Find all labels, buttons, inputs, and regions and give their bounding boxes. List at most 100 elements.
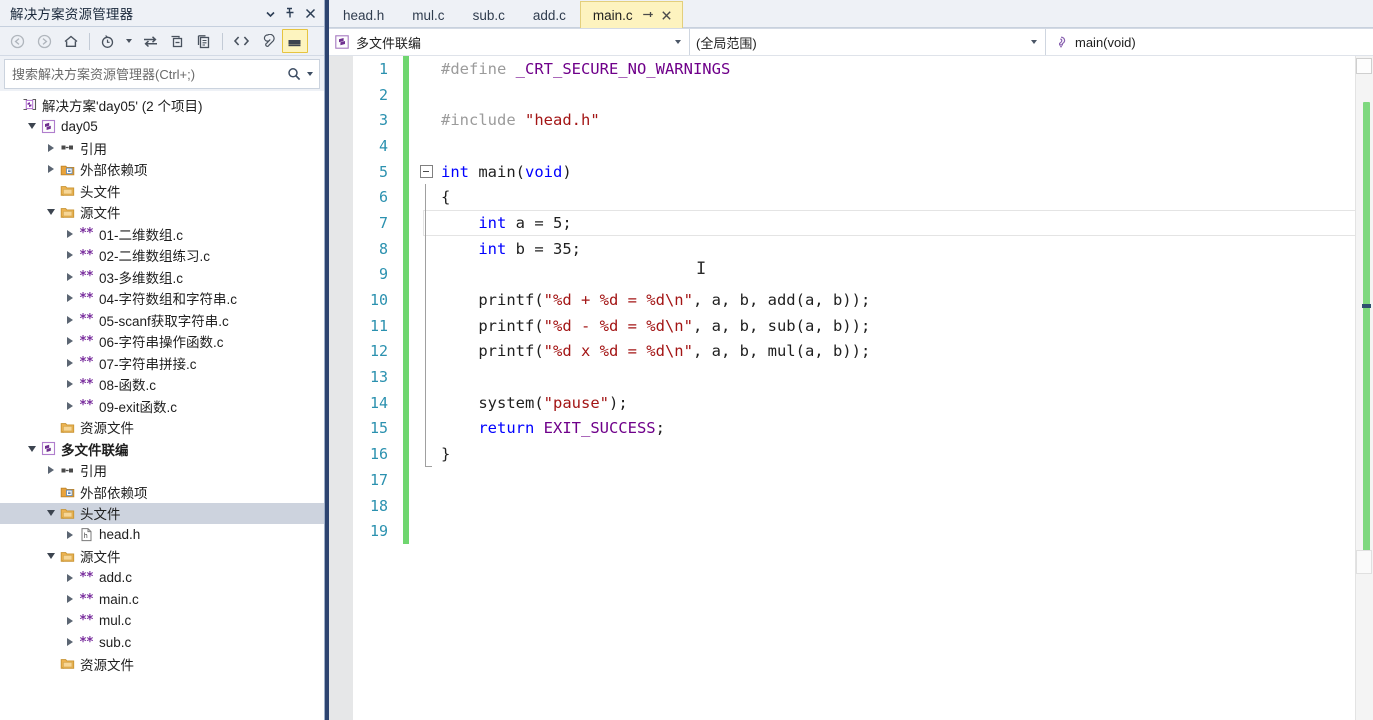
editor-tab-main-c[interactable]: main.c [579, 1, 683, 28]
expand-arrow-icon[interactable] [44, 463, 58, 477]
code-surface[interactable]: 1 #define _CRT_SECURE_NO_WARNINGS 2 3 #inclu… [353, 56, 1373, 720]
code-line[interactable]: 6{ [353, 184, 1373, 211]
tree-item[interactable]: ** 07-字符串拼接.c [0, 352, 324, 374]
scope-dropdown[interactable]: (全局范围) [690, 29, 1046, 55]
project-dropdown[interactable]: 多文件联编 [329, 29, 690, 55]
pending-changes-dropdown-icon[interactable] [122, 29, 136, 53]
collapse-region-icon[interactable] [415, 159, 437, 185]
code-line[interactable]: 18 [353, 492, 1373, 519]
tree-item[interactable]: ** 09-exit函数.c [0, 395, 324, 417]
tree-item[interactable]: 资源文件 [0, 417, 324, 439]
code-line[interactable]: 14 system("pause"); [353, 389, 1373, 416]
chevron-down-icon[interactable] [260, 3, 280, 23]
expand-arrow-icon[interactable] [44, 141, 58, 155]
code-line[interactable]: 12 printf("%d x %d = %d\n", a, b, mul(a,… [353, 338, 1373, 365]
solution-tree[interactable]: 解决方案'day05' (2 个项目) day05 引用 外部依赖项 头文件 源文件 ** 0… [0, 91, 324, 720]
collapse-arrow-icon[interactable] [44, 205, 58, 219]
tree-item[interactable]: ** main.c [0, 589, 324, 611]
forward-icon[interactable] [31, 29, 57, 53]
expand-arrow-icon[interactable] [63, 377, 77, 391]
show-all-files-icon[interactable] [191, 29, 217, 53]
code-line[interactable]: 17 [353, 467, 1373, 493]
collapse-arrow-icon[interactable] [44, 506, 58, 520]
expand-arrow-icon[interactable] [63, 571, 77, 585]
expand-arrow-icon[interactable] [63, 334, 77, 348]
home-icon[interactable] [58, 29, 84, 53]
search-options-dropdown-icon[interactable] [307, 72, 313, 76]
code-line[interactable]: 13 [353, 364, 1373, 390]
expand-arrow-icon[interactable] [63, 592, 77, 606]
collapse-arrow-icon[interactable] [25, 119, 39, 133]
member-dropdown[interactable]: main(void) [1046, 29, 1373, 55]
back-icon[interactable] [4, 29, 30, 53]
code-view-icon[interactable] [228, 29, 254, 53]
tree-item[interactable]: ** 01-二维数组.c [0, 223, 324, 245]
tree-item[interactable]: 源文件 [0, 546, 324, 568]
expand-arrow-icon[interactable] [63, 248, 77, 262]
tree-item[interactable]: 外部依赖项 [0, 481, 324, 503]
code-line[interactable]: 19 [353, 518, 1373, 545]
tree-item[interactable]: ** 03-多维数组.c [0, 266, 324, 288]
collapse-arrow-icon[interactable] [44, 549, 58, 563]
tree-item[interactable]: 引用 [0, 137, 324, 159]
tree-item[interactable]: h head.h [0, 524, 324, 546]
expand-arrow-icon[interactable] [63, 270, 77, 284]
tree-item[interactable]: 外部依赖项 [0, 159, 324, 181]
code-lines[interactable]: 1 #define _CRT_SECURE_NO_WARNINGS 2 3 #inclu… [353, 56, 1373, 545]
code-line[interactable]: 5 int main(void) [353, 158, 1373, 185]
expand-arrow-icon[interactable] [63, 291, 77, 305]
close-icon[interactable] [659, 8, 674, 23]
tree-item[interactable]: 解决方案'day05' (2 个项目) [0, 94, 324, 116]
properties-wrench-icon[interactable] [255, 29, 281, 53]
preview-selected-items-icon[interactable] [282, 29, 308, 53]
tree-item[interactable]: 资源文件 [0, 653, 324, 675]
pin-icon[interactable] [641, 8, 656, 23]
tree-item[interactable]: 头文件 [0, 180, 324, 202]
editor-tabstrip[interactable]: head.h mul.c sub.c add.c main.c [329, 0, 1373, 29]
code-line[interactable]: 1 #define _CRT_SECURE_NO_WARNINGS [353, 56, 1373, 82]
code-editor[interactable]: 1 #define _CRT_SECURE_NO_WARNINGS 2 3 #inclu… [329, 56, 1373, 720]
tree-item[interactable]: 引用 [0, 460, 324, 482]
tree-item[interactable]: ** add.c [0, 567, 324, 589]
expand-arrow-icon[interactable] [63, 356, 77, 370]
pending-changes-icon[interactable] [95, 29, 121, 53]
tree-item[interactable]: 源文件 [0, 202, 324, 224]
code-line[interactable]: 2 [353, 81, 1373, 108]
expand-arrow-icon[interactable] [63, 399, 77, 413]
code-line[interactable]: 3 #include "head.h" [353, 107, 1373, 134]
code-line[interactable]: 10 printf("%d + %d = %d\n", a, b, add(a,… [353, 287, 1373, 313]
tree-item[interactable]: ** sub.c [0, 632, 324, 654]
code-line[interactable]: 9 [353, 261, 1373, 288]
expand-arrow-icon[interactable] [63, 614, 77, 628]
chevron-down-icon[interactable] [675, 40, 681, 44]
code-line[interactable]: 8 int b = 35; [353, 235, 1373, 262]
chevron-down-icon[interactable] [1031, 40, 1037, 44]
solution-explorer-search[interactable] [4, 59, 320, 89]
tree-item[interactable]: day05 [0, 116, 324, 138]
scrollbar-thumb[interactable] [1356, 550, 1372, 574]
tree-item[interactable]: ** 06-字符串操作函数.c [0, 331, 324, 353]
sync-with-active-document-icon[interactable] [137, 29, 163, 53]
editor-tab-head-h[interactable]: head.h [329, 3, 398, 28]
close-icon[interactable] [300, 3, 320, 23]
tree-item[interactable]: ** 02-二维数组练习.c [0, 245, 324, 267]
tree-item[interactable]: ** 08-函数.c [0, 374, 324, 396]
editor-tab-sub-c[interactable]: sub.c [459, 3, 519, 28]
code-line[interactable]: 4 [353, 133, 1373, 159]
expand-arrow-icon[interactable] [63, 528, 77, 542]
expand-arrow-icon[interactable] [44, 162, 58, 176]
editor-tab-add-c[interactable]: add.c [519, 3, 580, 28]
tree-item[interactable]: ** 05-scanf获取字符串.c [0, 309, 324, 331]
collapse-arrow-icon[interactable] [25, 442, 39, 456]
expand-arrow-icon[interactable] [63, 227, 77, 241]
editor-vertical-scrollbar[interactable] [1355, 56, 1373, 720]
expand-arrow-icon[interactable] [63, 635, 77, 649]
pin-icon[interactable] [280, 3, 300, 23]
code-line[interactable]: 7 int a = 5; [353, 210, 1373, 236]
tree-item[interactable]: ** 04-字符数组和字符串.c [0, 288, 324, 310]
code-line[interactable]: 15 return EXIT_SUCCESS; [353, 415, 1373, 442]
tree-item[interactable]: ** mul.c [0, 610, 324, 632]
collapse-all-icon[interactable] [164, 29, 190, 53]
code-line[interactable]: 16} [353, 441, 1373, 467]
editor-tab-mul-c[interactable]: mul.c [398, 3, 458, 28]
